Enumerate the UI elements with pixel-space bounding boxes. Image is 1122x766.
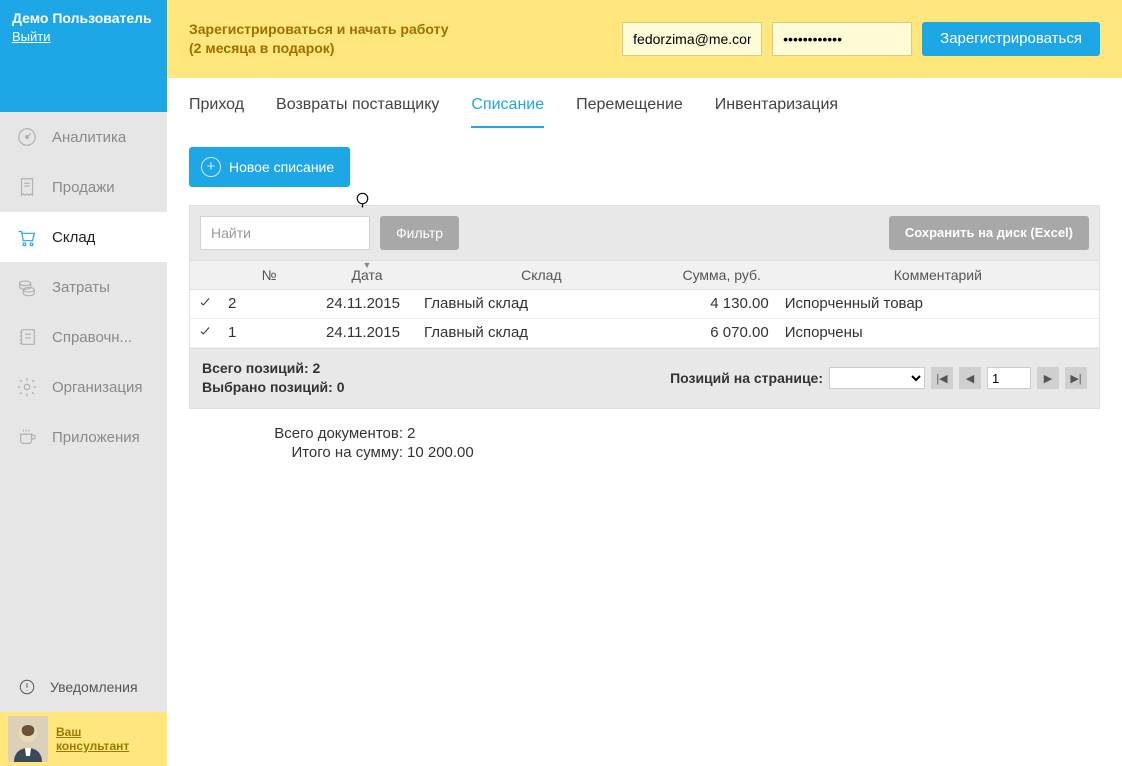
sidebar-item-label: Аналитика	[52, 129, 126, 146]
avatar	[8, 716, 48, 762]
last-page-button[interactable]: ▶|	[1065, 367, 1087, 389]
pager: Позиций на странице: |◀ ◀ ▶ ▶|	[670, 367, 1087, 389]
prev-page-button[interactable]: ◀	[959, 367, 981, 389]
filter-button[interactable]: Фильтр	[380, 216, 459, 250]
receipt-icon	[16, 176, 38, 198]
sidebar-item-sales[interactable]: Продажи	[0, 162, 167, 212]
sidebar-item-label: Затраты	[52, 279, 110, 296]
grid-footer: Всего позиций: 2 Выбрано позиций: 0 Пози…	[190, 348, 1099, 408]
table-row[interactable]: 2 24.11.2015 Главный склад 4 130.00 Испо…	[190, 289, 1099, 318]
consultant-panel[interactable]: Ваш консультант	[0, 712, 167, 766]
check-icon	[198, 325, 212, 342]
next-page-button[interactable]: ▶	[1037, 367, 1059, 389]
register-button[interactable]: Зарегистрироваться	[922, 22, 1100, 56]
action-bar: + Новое списание	[167, 129, 1122, 205]
totals: Всего документов: 2 Итого на сумму: 10 2…	[167, 409, 1122, 463]
filter-bar: Фильтр Сохранить на диск (Excel)	[190, 206, 1099, 260]
col-comment[interactable]: Комментарий	[777, 260, 1099, 289]
notifications-label: Уведомления	[50, 679, 138, 695]
gear-icon	[16, 376, 38, 398]
grid-container: Фильтр Сохранить на диск (Excel) № ▼Дата…	[189, 205, 1100, 409]
tab-transfer[interactable]: Перемещение	[576, 96, 683, 128]
check-icon	[198, 296, 212, 313]
gauge-icon	[16, 126, 38, 148]
user-block: Демо Пользователь Выйти	[0, 0, 167, 112]
sidebar-item-label: Организация	[52, 379, 142, 396]
col-number[interactable]: №	[220, 260, 318, 289]
save-excel-button[interactable]: Сохранить на диск (Excel)	[889, 216, 1089, 250]
sidebar-nav: Аналитика Продажи Склад Затраты	[0, 112, 167, 662]
sidebar-item-label: Склад	[52, 229, 95, 246]
data-grid: № ▼Дата Склад Сумма, руб. Комментарий 2 …	[190, 260, 1099, 348]
sidebar-item-apps[interactable]: Приложения	[0, 412, 167, 462]
tabs: Приход Возвраты поставщику Списание Пере…	[167, 78, 1122, 129]
tab-inventory[interactable]: Инвентаризация	[715, 96, 838, 128]
main: Зарегистрироваться и начать работу (2 ме…	[167, 0, 1122, 766]
col-checkbox[interactable]	[190, 260, 220, 289]
sidebar-item-label: Продажи	[52, 179, 115, 196]
per-page-select[interactable]	[829, 367, 925, 389]
sort-desc-icon: ▼	[363, 260, 372, 270]
sidebar-item-organization[interactable]: Организация	[0, 362, 167, 412]
col-date[interactable]: ▼Дата	[318, 260, 416, 289]
notebook-icon	[16, 326, 38, 348]
col-warehouse[interactable]: Склад	[416, 260, 667, 289]
tab-writeoff[interactable]: Списание	[471, 96, 544, 128]
consultant-link-l2[interactable]: консультант	[56, 739, 129, 753]
consultant-link-l1[interactable]: Ваш	[56, 725, 81, 739]
page-input[interactable]	[987, 367, 1031, 389]
password-input[interactable]	[772, 22, 912, 56]
logout-link[interactable]: Выйти	[12, 29, 51, 44]
user-name: Демо Пользователь	[12, 10, 155, 26]
cup-icon	[16, 426, 38, 448]
coins-icon	[16, 276, 38, 298]
sidebar-item-analytics[interactable]: Аналитика	[0, 112, 167, 162]
sidebar-item-label: Справочн...	[52, 329, 132, 346]
tab-incoming[interactable]: Приход	[189, 96, 244, 128]
sidebar-item-references[interactable]: Справочн...	[0, 312, 167, 362]
plus-circle-icon: +	[201, 157, 221, 177]
register-ribbon: Зарегистрироваться и начать работу (2 ме…	[167, 0, 1122, 78]
alert-icon	[16, 676, 38, 698]
sidebar-item-expenses[interactable]: Затраты	[0, 262, 167, 312]
col-sum[interactable]: Сумма, руб.	[667, 260, 777, 289]
search-input[interactable]	[200, 216, 370, 250]
new-writeoff-button[interactable]: + Новое списание	[189, 147, 350, 187]
email-input[interactable]	[622, 22, 762, 56]
sidebar: Демо Пользователь Выйти Аналитика Продаж…	[0, 0, 167, 766]
per-page-label: Позиций на странице:	[670, 370, 823, 386]
footer-counts: Всего позиций: 2 Выбрано позиций: 0	[202, 359, 345, 398]
sidebar-item-label: Приложения	[52, 429, 140, 446]
table-row[interactable]: 1 24.11.2015 Главный склад 6 070.00 Испо…	[190, 318, 1099, 347]
first-page-button[interactable]: |◀	[931, 367, 953, 389]
sidebar-item-warehouse[interactable]: Склад	[0, 212, 167, 262]
tab-returns[interactable]: Возвраты поставщику	[276, 96, 439, 128]
sidebar-notifications[interactable]: Уведомления	[0, 662, 167, 712]
ribbon-text: Зарегистрироваться и начать работу (2 ме…	[189, 20, 449, 58]
consultant-text: Ваш консультант	[56, 725, 129, 754]
cart-icon	[16, 226, 38, 248]
